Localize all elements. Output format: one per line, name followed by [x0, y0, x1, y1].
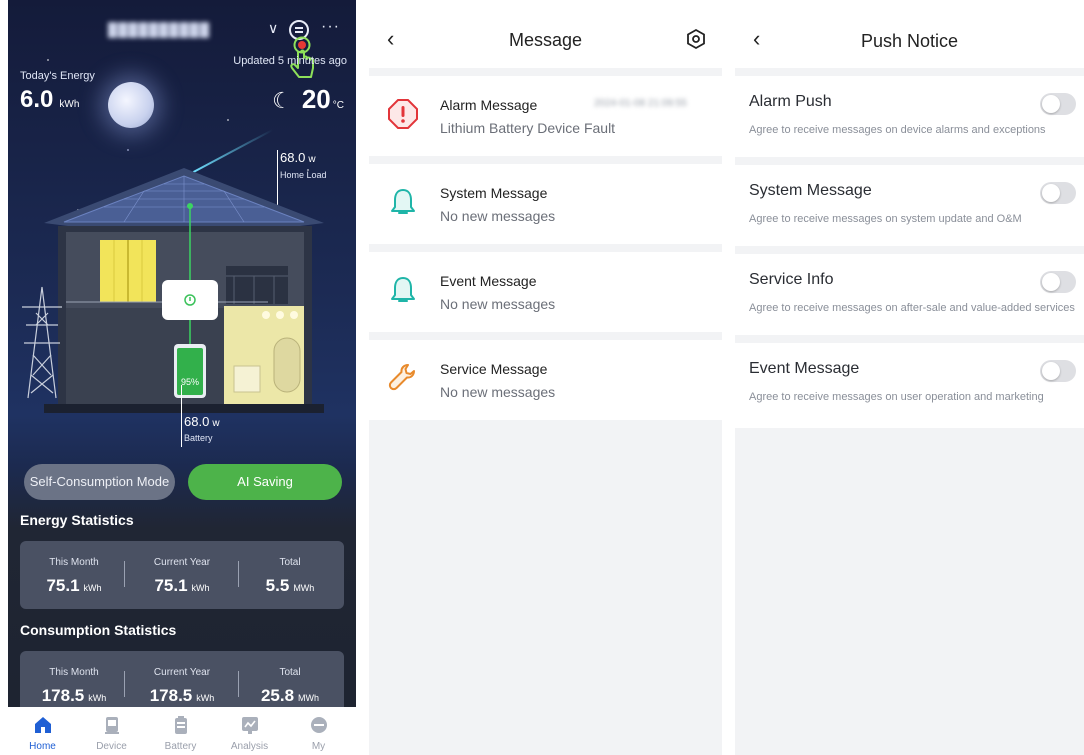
push-setting-service: Service Info Agree to receive messages o…	[735, 254, 1084, 335]
tab-device[interactable]: Device	[77, 707, 146, 755]
energy-statistics-title: Energy Statistics	[20, 512, 134, 528]
chevron-down-icon[interactable]: ∨	[268, 20, 278, 37]
updated-time: Updated 5 minutes ago	[233, 55, 347, 67]
wrench-icon	[388, 364, 415, 391]
device-icon	[105, 717, 119, 734]
page-title: Message	[508, 30, 583, 50]
divider	[124, 671, 125, 697]
analysis-icon	[242, 717, 258, 734]
settings-icon[interactable]	[685, 28, 707, 50]
message-screen: ‹ Message Alarm Message Lithium Battery …	[369, 0, 722, 755]
moon-icon	[108, 82, 154, 128]
more-icon[interactable]: ···	[321, 18, 340, 36]
bell-icon	[391, 277, 415, 302]
battery-line	[181, 385, 182, 447]
home-icon	[35, 717, 51, 733]
battery-power-value: 68.0 w	[184, 414, 220, 429]
message-item-service[interactable]: Service Message No new messages	[369, 340, 722, 420]
message-item-event[interactable]: Event Message No new messages	[369, 252, 722, 332]
push-notice-screen: ‹ Push Notice Alarm Push Agree to receiv…	[735, 0, 1084, 755]
consumption-statistics-title: Consumption Statistics	[20, 622, 177, 638]
energy-statistics-card[interactable]: This Month 75.1 kWh Current Year 75.1 kWh …	[20, 541, 344, 609]
system-message-toggle[interactable]	[1040, 182, 1076, 204]
weather: ☾ 20 °C	[272, 84, 344, 114]
message-item-system[interactable]: System Message No new messages	[369, 164, 722, 244]
mode-switch: Self-Consumption Mode AI Saving	[24, 464, 344, 500]
home-load-value: 68.0 w	[280, 150, 316, 165]
home-screen: ██████████ ∨ ··· Updated 5 minutes ago T…	[8, 0, 356, 755]
self-consumption-mode-button[interactable]: Self-Consumption Mode	[24, 464, 175, 500]
divider	[124, 561, 125, 587]
stat-this-month: This Month 75.1 kWh	[46, 557, 102, 595]
bottom-tab-bar: Home Device Battery Analysis My	[8, 707, 356, 755]
tab-my[interactable]: My	[284, 707, 353, 755]
tab-analysis[interactable]: Analysis	[215, 707, 284, 755]
battery-icon	[175, 716, 187, 734]
message-date: 2024-01-08 21:09:55	[594, 98, 687, 109]
alarm-push-toggle[interactable]	[1040, 93, 1076, 115]
house-illustration: 95%	[44, 168, 324, 413]
bell-icon	[391, 189, 415, 214]
tab-battery[interactable]: Battery	[146, 707, 215, 755]
site-name[interactable]: ██████████	[108, 22, 258, 38]
profile-icon	[311, 717, 327, 733]
push-setting-alarm: Alarm Push Agree to receive messages on …	[735, 76, 1084, 157]
today-energy-value: 6.0 kWh	[20, 86, 80, 113]
battery-soc: 95%	[181, 377, 199, 387]
crescent-moon-icon: ☾	[272, 88, 292, 113]
push-setting-event: Event Message Agree to receive messages …	[735, 343, 1084, 428]
alarm-icon	[388, 99, 418, 129]
today-energy-label: Today's Energy	[20, 70, 95, 82]
page-title: Push Notice	[860, 31, 959, 51]
push-setting-system: System Message Agree to receive messages…	[735, 165, 1084, 246]
service-info-toggle[interactable]	[1040, 271, 1076, 293]
event-message-toggle[interactable]	[1040, 360, 1076, 382]
power-tower-icon	[22, 286, 62, 399]
message-item-alarm[interactable]: Alarm Message Lithium Battery Device Fau…	[369, 76, 722, 156]
battery-power-label: Battery	[184, 433, 213, 443]
message-header: ‹ Message	[369, 0, 722, 68]
tab-home[interactable]: Home	[8, 707, 77, 755]
stat-current-year: Current Year 75.1 kWh	[153, 557, 211, 595]
ai-saving-mode-button[interactable]: AI Saving	[188, 464, 342, 500]
push-notice-header: ‹ Push Notice	[735, 0, 1084, 68]
stat-total: Total 5.5 MWh	[265, 557, 315, 595]
